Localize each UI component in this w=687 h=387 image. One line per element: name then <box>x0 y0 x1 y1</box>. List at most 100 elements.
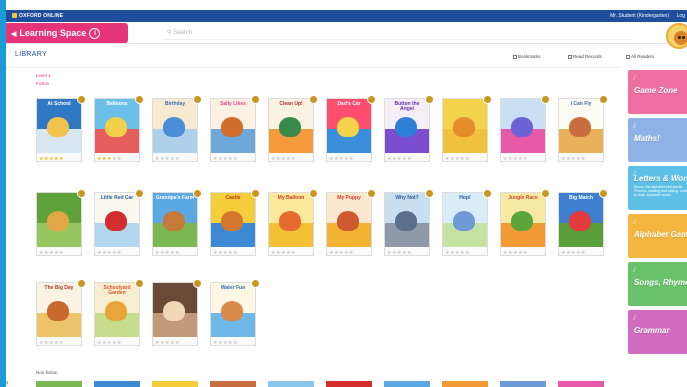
book-cover-preview[interactable] <box>384 381 430 387</box>
book-cover: The Big Day <box>37 283 81 337</box>
book-card[interactable]: At School ★★★★★ <box>36 95 86 162</box>
book-card[interactable]: My Puppy ★★★★★ <box>326 189 376 256</box>
book-card[interactable]: Dad's Car ★★★★★ <box>326 95 376 162</box>
note-icon: ♪ <box>632 312 637 323</box>
filter-label: Bookmarks <box>518 54 541 59</box>
book-card[interactable]: Grandpa's Farm ★★★★★ <box>152 189 202 256</box>
book-cover: Jungle Race <box>501 193 545 247</box>
book-card[interactable]: Why Not? ★★★★★ <box>384 189 434 256</box>
cover-illustration <box>105 301 127 321</box>
level-badge-icon <box>367 189 376 198</box>
book-card[interactable]: Water Fun ★★★★★ <box>210 279 260 346</box>
tile-description: Books, the alphabet and words. Phonics, … <box>634 185 687 197</box>
panel-tile[interactable]: ♪ Grammar <box>628 310 687 354</box>
tile-label: Game Zone <box>634 86 678 95</box>
cover-illustration <box>221 301 243 321</box>
star-rating: ★★★★★ <box>155 340 180 346</box>
book-card[interactable]: ★★★★★ <box>36 189 86 256</box>
search-icon: ⚲ <box>167 30 172 36</box>
search-input[interactable]: ⚲ Search <box>163 26 633 40</box>
panel-tile[interactable]: ♪ Songs, Rhymes & Raps <box>628 262 687 306</box>
book-cover <box>443 99 487 153</box>
book-card[interactable]: Sally Likes ★★★★★ <box>210 95 260 162</box>
star-rating: ★★★★★ <box>155 156 180 162</box>
book-title: Big Match <box>569 195 593 201</box>
star-icon: ★ <box>116 340 122 346</box>
book-card[interactable]: Schoolyard Garden ★★★★★ <box>94 279 144 346</box>
tile-label: Letters & Words <box>634 174 687 183</box>
book-cover <box>153 283 197 337</box>
book-card[interactable]: Birthday ★★★★★ <box>152 95 202 162</box>
book-cover-preview[interactable] <box>268 381 314 387</box>
book-cover-preview[interactable] <box>500 381 546 387</box>
book-card[interactable]: Hop! ★★★★★ <box>442 189 492 256</box>
cover-illustration <box>279 117 301 137</box>
tile-label: Alphabet Games <box>634 230 687 239</box>
book-card[interactable]: ★★★★★ <box>442 95 492 162</box>
book-cover-preview[interactable] <box>152 381 198 387</box>
book-cover-preview[interactable] <box>210 381 256 387</box>
avatar[interactable] <box>666 23 687 57</box>
filter-all-readers[interactable]: All Readers <box>626 54 654 59</box>
filter-read-records[interactable]: Read Records <box>568 54 602 59</box>
note-icon: ♪ <box>632 216 637 227</box>
level-badge-icon <box>77 189 86 198</box>
filter-label: All Readers <box>631 54 655 59</box>
book-title: Button the Angel <box>394 101 420 112</box>
star-rating: ★★★★★ <box>155 250 180 256</box>
star-rating: ★★★★★ <box>561 250 586 256</box>
star-icon: ★ <box>406 156 412 162</box>
book-card[interactable]: Button the Angel ★★★★★ <box>384 95 434 162</box>
star-icon: ★ <box>174 156 180 162</box>
book-cover: Why Not? <box>385 193 429 247</box>
filter-bookmarks[interactable]: Bookmarks <box>513 54 541 59</box>
book-card[interactable]: Castle ★★★★★ <box>210 189 260 256</box>
book-card[interactable]: My Balloon ★★★★★ <box>268 189 318 256</box>
panel-tile[interactable]: ♪Letters & WordsBooks, the alphabet and … <box>628 166 687 210</box>
star-rating: ★★★★★ <box>213 156 238 162</box>
book-title: Why Not? <box>395 195 419 201</box>
cover-illustration <box>395 117 417 137</box>
book-cover: Hop! <box>443 193 487 247</box>
star-rating: ★★★★★ <box>271 156 296 162</box>
level-badge-icon <box>483 95 492 104</box>
chevron-left-icon[interactable]: ‹ <box>6 378 9 387</box>
book-card[interactable]: ★★★★★ <box>152 279 202 346</box>
learning-space-button[interactable]: ◀ Learning Space i <box>6 23 128 43</box>
book-card[interactable]: Big Match ★★★★★ <box>558 189 608 256</box>
book-card[interactable]: Jungle Race ★★★★★ <box>500 189 550 256</box>
book-cover-preview[interactable] <box>442 381 488 387</box>
book-card[interactable]: Balloons ★★★★★ <box>94 95 144 162</box>
book-cover-preview[interactable] <box>558 381 604 387</box>
book-title: My Puppy <box>337 195 361 201</box>
book-card[interactable]: ★★★★★ <box>500 95 550 162</box>
panel-tile[interactable]: ♪ Maths! <box>628 118 687 162</box>
cover-illustration <box>279 211 301 231</box>
note-icon: ♪ <box>632 120 637 131</box>
star-icon: ★ <box>464 250 470 256</box>
user-name[interactable]: Mr. Student (Kindergarten) <box>610 13 669 19</box>
book-cover-preview[interactable] <box>326 381 372 387</box>
cover-illustration <box>569 117 591 137</box>
book-card[interactable]: I Can Fly ★★★★★ <box>558 95 608 162</box>
book-cover: Button the Angel <box>385 99 429 153</box>
book-title: Birthday <box>164 101 186 107</box>
level-badge-icon <box>599 189 608 198</box>
brand-logo[interactable]: OXFORD ONLINE <box>12 13 63 19</box>
book-title: Grandpa's Farm <box>155 195 195 201</box>
panel-tile[interactable]: ♪ Alphabet Games <box>628 214 687 258</box>
logout-link[interactable]: Log <box>677 13 685 19</box>
cover-illustration <box>453 117 475 137</box>
book-cover-preview[interactable] <box>36 381 82 387</box>
book-card[interactable]: The Big Day ★★★★★ <box>36 279 86 346</box>
panel-tile[interactable]: ♪ Game Zone <box>628 70 687 114</box>
book-cover: At School <box>37 99 81 153</box>
book-card[interactable]: Clean Up! ★★★★★ <box>268 95 318 162</box>
info-icon[interactable]: i <box>89 28 101 39</box>
cover-illustration <box>337 117 359 137</box>
book-card[interactable]: Little Red Car ★★★★★ <box>94 189 144 256</box>
book-title: Water Fun <box>220 285 246 291</box>
cover-illustration <box>47 211 69 231</box>
book-cover-preview[interactable] <box>94 381 140 387</box>
level-badge-icon <box>135 189 144 198</box>
